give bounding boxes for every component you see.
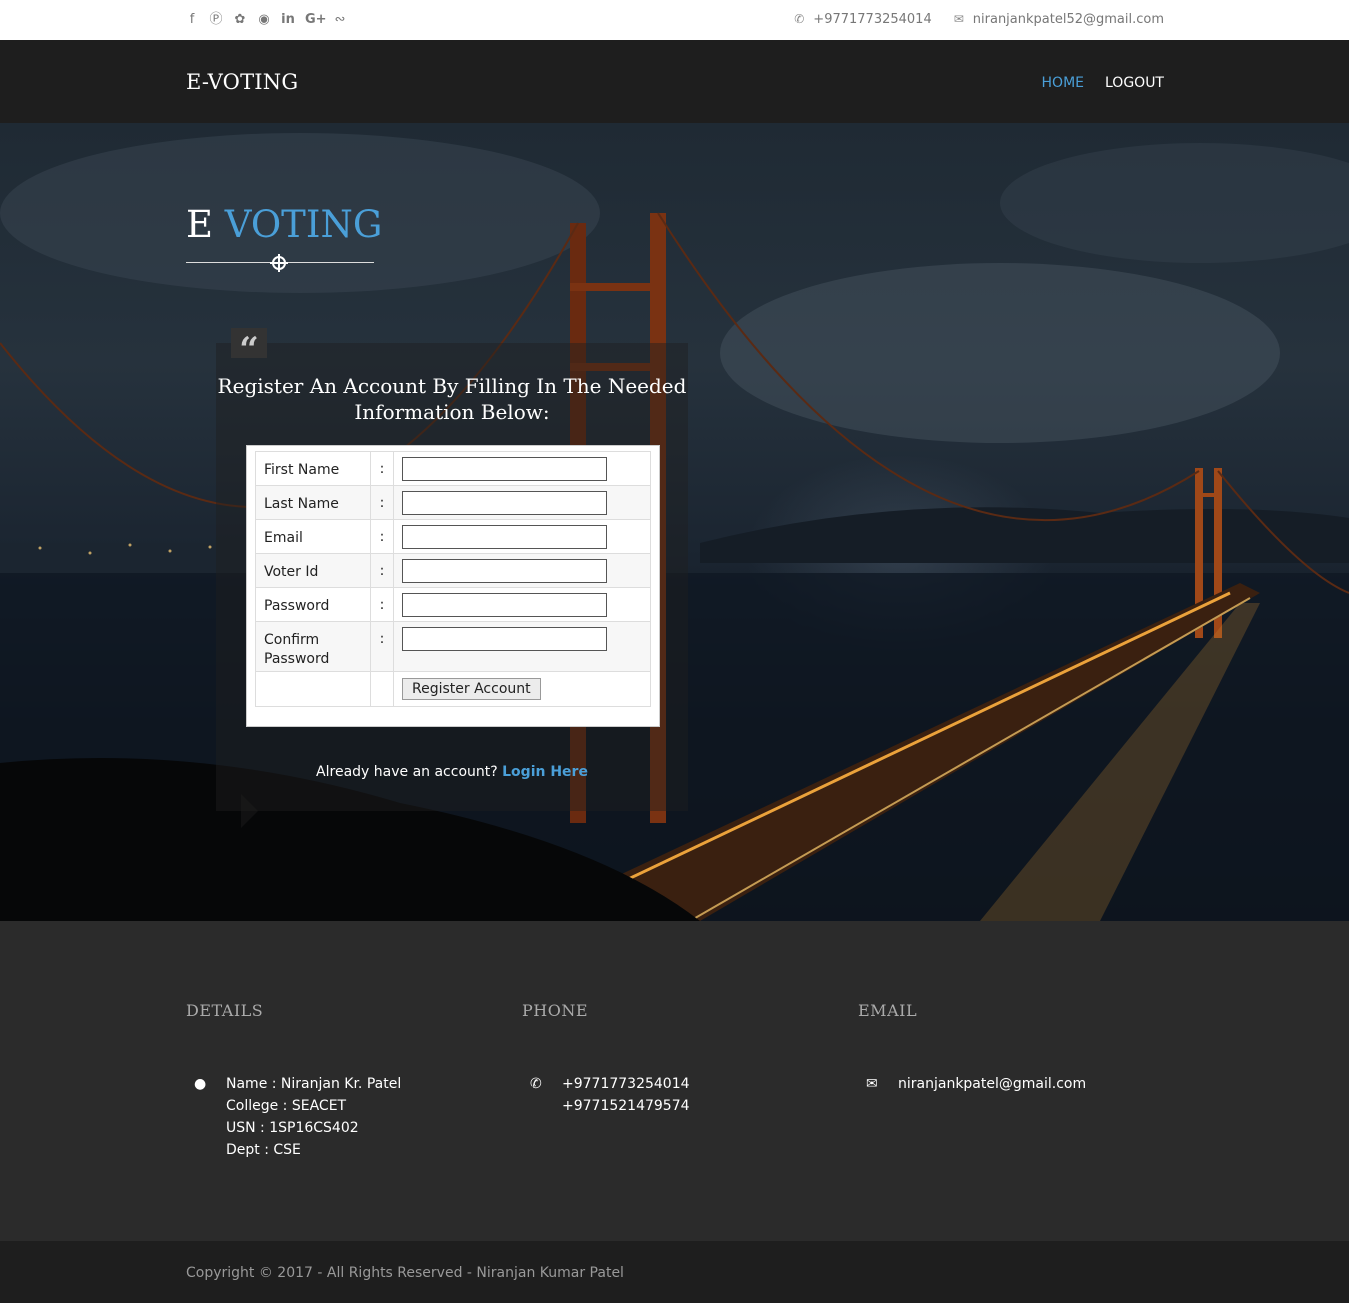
colon-separator: :	[370, 485, 394, 520]
top-contact: ✆ +9771773254014 ✉ niranjankpatel52@gmail.…	[794, 12, 1164, 27]
envelope-icon: ✉	[953, 12, 964, 26]
details-body: ● Name : Niranjan Kr. Patel College : SE…	[186, 1073, 486, 1161]
register-account-button[interactable]: Register Account	[402, 678, 541, 700]
empty-cell	[370, 671, 394, 707]
email-lines: niranjankpatel@gmail.com	[898, 1073, 1086, 1095]
colon-separator: :	[370, 553, 394, 588]
details-lines: Name : Niranjan Kr. Patel College : SEAC…	[226, 1073, 401, 1161]
top-email: ✉ niranjankpatel52@gmail.com	[954, 12, 1164, 27]
footer: DETAILS ● Name : Niranjan Kr. Patel Coll…	[0, 921, 1349, 1241]
top-phone: ✆ +9771773254014	[794, 12, 931, 27]
copyright-text: Copyright © 2017 - All Rights Reserved -…	[186, 1265, 624, 1281]
form-row-voter-id: Voter Id :	[255, 553, 651, 588]
email-label: Email	[255, 519, 371, 554]
email-address[interactable]: niranjankpatel@gmail.com	[898, 1073, 1086, 1095]
details-name: Name : Niranjan Kr. Patel	[226, 1076, 402, 1092]
pinterest-icon[interactable]: Ⓟ	[209, 13, 223, 27]
phone-icon: ✆	[530, 1076, 542, 1092]
email-heading: EMAIL	[858, 1001, 918, 1020]
voter-id-label: Voter Id	[255, 553, 371, 588]
top-email-text[interactable]: niranjankpatel52@gmail.com	[973, 12, 1164, 27]
navbar: E-VOTING HOME LOGOUT	[0, 40, 1349, 123]
details-heading: DETAILS	[186, 1001, 264, 1020]
brand-logo[interactable]: E-VOTING	[186, 70, 298, 94]
details-college: College : SEACET	[226, 1098, 347, 1114]
dribbble-icon[interactable]: ◉	[257, 13, 271, 27]
confirm-password-label: Confirm Password	[255, 621, 371, 672]
form-row-password: Password :	[255, 587, 651, 622]
form-row-submit: Register Account	[255, 671, 651, 707]
panel-tail	[241, 794, 258, 828]
footer-email-column: EMAIL ✉ niranjankpatel@gmail.com	[858, 1001, 1086, 1092]
phone-number-2: +9771521479574	[562, 1098, 690, 1114]
linkedin-icon[interactable]: in	[281, 13, 295, 27]
rss-icon[interactable]: ∾	[333, 13, 347, 27]
phone-icon: ✆	[794, 12, 805, 26]
form-row-confirm-password: Confirm Password :	[255, 621, 651, 672]
password-label: Password	[255, 587, 371, 622]
crosshair-icon	[270, 254, 288, 272]
last-name-input[interactable]	[402, 491, 607, 515]
hero-title: E VOTING	[186, 203, 382, 246]
quote-icon: “	[231, 328, 267, 370]
last-name-label: Last Name	[255, 485, 371, 520]
twitter-icon[interactable]: ✿	[233, 13, 247, 27]
envelope-icon: ✉	[866, 1076, 878, 1092]
details-usn: USN : 1SP16CS402	[226, 1120, 359, 1136]
login-prompt-text: Already have an account?	[316, 764, 498, 780]
colon-separator: :	[370, 451, 394, 486]
phone-lines: +9771773254014 +9771521479574	[562, 1073, 690, 1117]
colon-separator: :	[370, 621, 394, 672]
confirm-password-input[interactable]	[402, 627, 607, 651]
form-row-first-name: First Name :	[255, 451, 651, 486]
voter-id-input[interactable]	[402, 559, 607, 583]
social-links: f Ⓟ ✿ ◉ in G+ ∾	[185, 13, 347, 27]
google-plus-icon[interactable]: G+	[305, 13, 327, 27]
register-form: First Name : Last Name : Email : Voter I…	[246, 445, 660, 727]
nav-logout-link[interactable]: LOGOUT	[1105, 75, 1164, 91]
first-name-input[interactable]	[402, 457, 607, 481]
phone-number-1: +9771773254014	[562, 1076, 690, 1092]
form-row-last-name: Last Name :	[255, 485, 651, 520]
colon-separator: :	[370, 587, 394, 622]
first-name-label: First Name	[255, 451, 371, 486]
login-prompt: Already have an account? Login Here	[216, 764, 688, 780]
nav-home-link[interactable]: HOME	[1042, 75, 1084, 91]
phone-body: ✆ +9771773254014 +9771521479574	[522, 1073, 822, 1117]
top-phone-text: +9771773254014	[813, 12, 932, 27]
login-here-link[interactable]: Login Here	[502, 764, 588, 780]
hero-title-voting: VOTING	[224, 203, 383, 246]
register-title: Register An Account By Filling In The Ne…	[217, 374, 687, 424]
facebook-icon[interactable]: f	[185, 13, 199, 27]
phone-heading: PHONE	[522, 1001, 589, 1020]
password-input[interactable]	[402, 593, 607, 617]
email-body: ✉ niranjankpatel@gmail.com	[858, 1073, 1158, 1095]
register-table: First Name : Last Name : Email : Voter I…	[255, 451, 651, 707]
colon-separator: :	[370, 519, 394, 554]
email-input[interactable]	[402, 525, 607, 549]
copyright-bar: Copyright © 2017 - All Rights Reserved -…	[0, 1241, 1349, 1303]
top-bar: f Ⓟ ✿ ◉ in G+ ∾ ✆ +9771773254014 ✉ niranja…	[0, 0, 1349, 40]
empty-cell	[255, 671, 371, 707]
details-dept: Dept : CSE	[226, 1142, 301, 1158]
map-marker-icon: ●	[194, 1076, 207, 1092]
nav-menu: HOME LOGOUT	[1042, 75, 1164, 91]
footer-phone-column: PHONE ✆ +9771773254014 +9771521479574	[522, 1001, 690, 1114]
hero-section: E VOTING “ Register An Account By Fillin…	[0, 123, 1349, 921]
footer-details-column: DETAILS ● Name : Niranjan Kr. Patel Coll…	[186, 1001, 401, 1158]
form-row-email: Email :	[255, 519, 651, 554]
hero-title-e: E	[186, 203, 214, 246]
